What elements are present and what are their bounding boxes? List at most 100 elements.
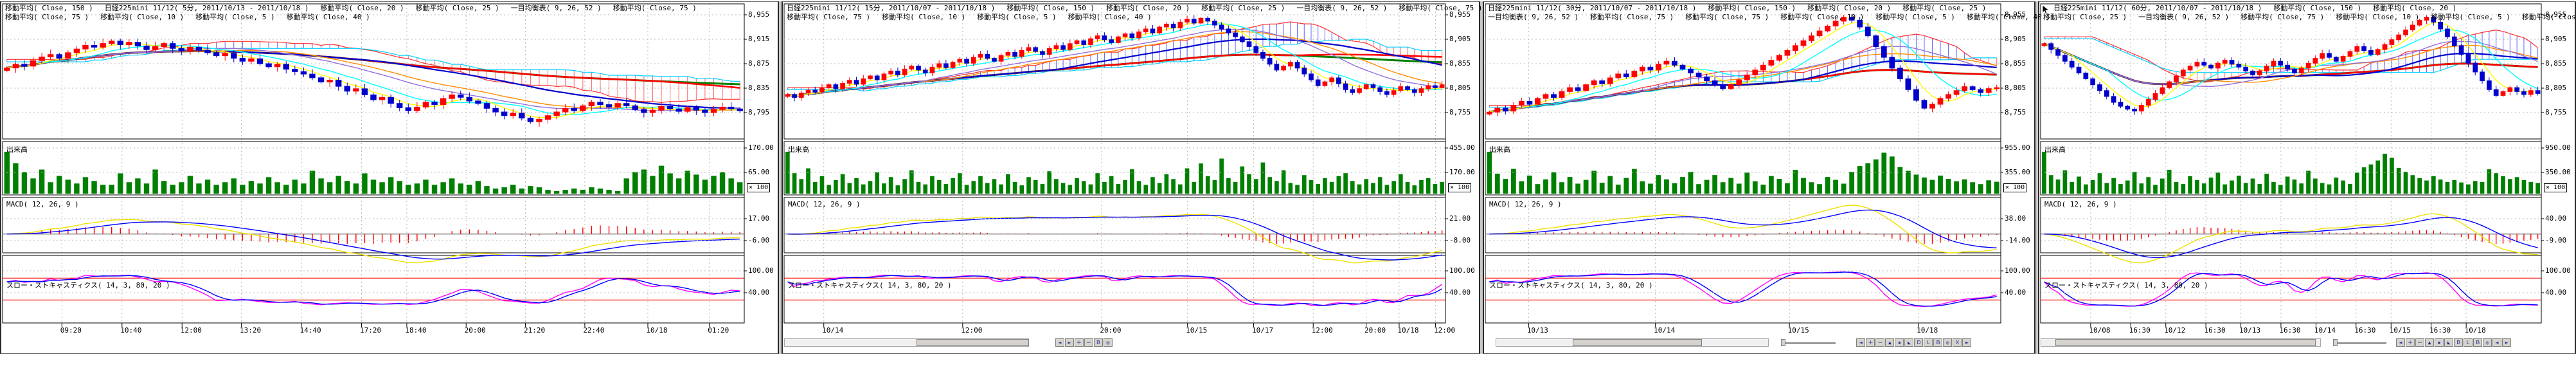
toolbar-button[interactable]: ▲: [1885, 338, 1895, 347]
toolbar-button[interactable]: Ｄ: [1914, 338, 1924, 347]
volume-bar: [1440, 181, 1444, 194]
volume-bar: [283, 185, 289, 194]
volume-pane-label: 出来高: [6, 145, 28, 154]
volume-bar: [1419, 179, 1424, 194]
toolbar-button[interactable]: Ｂ: [2454, 338, 2464, 347]
candle-body: [2229, 60, 2235, 65]
volume-bar: [109, 185, 114, 194]
chart-plot-area[interactable]: [2039, 2, 2575, 353]
chart-plot-area[interactable]: [1, 2, 778, 353]
volume-bar: [1019, 185, 1024, 194]
candle-body: [1809, 35, 1814, 41]
candle-body: [1060, 45, 1066, 50]
chart-scrollbar-thumb[interactable]: [2055, 339, 2316, 346]
volume-bar: [57, 176, 62, 194]
toolbar-button[interactable]: ◣: [2444, 338, 2454, 347]
toolbar-button[interactable]: ◎: [1943, 338, 1953, 347]
volume-bar: [1929, 179, 1935, 194]
x-axis-label: 10/17: [1252, 326, 1274, 335]
zoom-slider[interactable]: [1784, 342, 1836, 344]
toolbar-button[interactable]: ▪: [1895, 338, 1904, 347]
chart-scrollbar-thumb[interactable]: [1573, 339, 1702, 346]
candle-body: [833, 84, 839, 89]
candle-body: [1315, 79, 1321, 86]
candle-body: [231, 53, 237, 59]
toolbar-button[interactable]: Ｂ: [1093, 338, 1103, 347]
toolbar-button[interactable]: Ｂ: [1933, 338, 1943, 347]
price-tick-label: 8,835: [748, 84, 770, 92]
volume-bar: [2521, 179, 2527, 194]
toolbar-button[interactable]: ▲: [2425, 338, 2435, 347]
volume-bar: [2313, 178, 2318, 194]
toolbar-button[interactable]: ◎: [1103, 338, 1113, 347]
toolbar-button[interactable]: ＋: [1866, 338, 1875, 347]
toolbar-button[interactable]: ◄: [2492, 338, 2502, 347]
toolbar-button[interactable]: ►: [2502, 338, 2512, 347]
volume-bar: [2466, 184, 2471, 194]
toolbar-button[interactable]: ◎: [2483, 338, 2492, 347]
volume-bar: [951, 178, 955, 194]
candle-body: [580, 106, 586, 111]
toolbar-button[interactable]: －: [1084, 338, 1093, 347]
chart-plot-area[interactable]: [783, 2, 1479, 353]
volume-bar: [711, 176, 717, 194]
toolbar-button[interactable]: Ｌ: [1924, 338, 1933, 347]
toolbar-button[interactable]: －: [1875, 338, 1885, 347]
volume-bar: [2230, 180, 2234, 194]
toolbar-button[interactable]: ►: [1064, 338, 1074, 347]
volume-bar: [1212, 179, 1217, 194]
volume-bar: [48, 182, 53, 194]
candle-body: [213, 52, 220, 57]
chart-scrollbar-thumb[interactable]: [916, 339, 1029, 346]
volume-bar: [895, 185, 900, 194]
volume-bar: [2403, 171, 2408, 194]
candle-body: [1784, 50, 1791, 56]
candle-body: [2111, 96, 2116, 103]
candle-body: [1005, 52, 1011, 56]
ma-line-40: [1489, 60, 1997, 113]
zoom-slider[interactable]: [2336, 342, 2386, 344]
candle-body: [4, 68, 10, 71]
zoom-slider-knob[interactable]: [2332, 339, 2338, 346]
candle-body: [2180, 69, 2186, 77]
toolbar-button[interactable]: ＋: [2406, 338, 2415, 347]
candle-body: [702, 109, 708, 113]
toolbar-button[interactable]: Ｂ: [2473, 338, 2483, 347]
candle-body: [510, 113, 516, 116]
toolbar-button[interactable]: ◄: [1055, 338, 1064, 347]
volume-bar: [2438, 179, 2443, 194]
candle-body: [2062, 55, 2068, 62]
volume-bar: [1075, 178, 1079, 194]
toolbar-button[interactable]: ►: [1962, 338, 1972, 347]
candle-body: [2458, 45, 2464, 55]
candle-body: [2451, 36, 2457, 46]
toolbar-button[interactable]: Ｘ: [1953, 338, 1962, 347]
toolbar-button[interactable]: ◄: [2396, 338, 2406, 347]
toolbar-button[interactable]: ▪: [2435, 338, 2444, 347]
candle-body: [2375, 49, 2381, 55]
toolbar-button[interactable]: ◄: [1856, 338, 1866, 347]
candle-body: [178, 48, 185, 51]
volume-bar: [650, 176, 656, 194]
candle-body: [840, 82, 845, 89]
candle-body: [1832, 21, 1839, 26]
candle-body: [1095, 35, 1100, 39]
volume-bar: [74, 183, 80, 194]
candle-body: [2097, 84, 2102, 91]
toolbar-button[interactable]: ◣: [1904, 338, 1914, 347]
chart-plot-area[interactable]: [1484, 2, 2034, 353]
candle-body: [1370, 84, 1376, 88]
volume-bar: [1316, 183, 1321, 194]
candle-body: [1191, 19, 1197, 24]
candle-body: [1599, 80, 1606, 84]
price-tick-label: 8,855: [1449, 59, 1471, 68]
toolbar-button[interactable]: Ｌ: [2464, 338, 2473, 347]
zoom-slider-knob[interactable]: [1781, 339, 1786, 346]
volume-bar: [2487, 169, 2492, 194]
volume-bar: [2118, 183, 2123, 194]
volume-bar: [2111, 178, 2116, 194]
candle-body: [1253, 46, 1259, 53]
candle-body: [1226, 28, 1231, 33]
toolbar-button[interactable]: －: [2415, 338, 2425, 347]
toolbar-button[interactable]: ＋: [1074, 338, 1084, 347]
